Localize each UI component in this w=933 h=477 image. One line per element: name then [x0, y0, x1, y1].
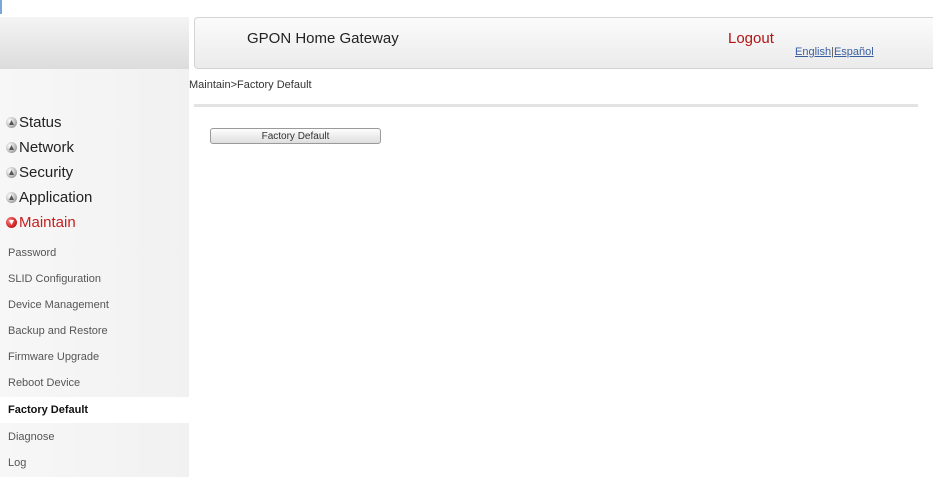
sidebar-group-application[interactable]: Application — [0, 185, 189, 210]
sidebar-item-diagnose[interactable]: Diagnose — [0, 424, 189, 450]
header-title: GPON Home Gateway — [247, 30, 399, 47]
sidebar-item-reboot-device[interactable]: Reboot Device — [0, 370, 189, 396]
logo-area — [0, 17, 189, 69]
left-edge-mark — [0, 0, 2, 14]
sidebar-item-password[interactable]: Password — [0, 240, 189, 266]
factory-default-button[interactable]: Factory Default — [210, 128, 381, 144]
expand-icon — [6, 142, 17, 153]
sidebar-group-security[interactable]: Security — [0, 160, 189, 185]
sidebar-item-backup-and-restore[interactable]: Backup and Restore — [0, 318, 189, 344]
header-bar: GPON Home Gateway Logout English|Español — [194, 17, 933, 69]
sidebar-item-firmware-upgrade[interactable]: Firmware Upgrade — [0, 344, 189, 370]
sidebar-item-log[interactable]: Log — [0, 450, 189, 476]
language-switcher: English|Español — [795, 46, 874, 58]
sidebar-group-label: Security — [19, 164, 74, 181]
sidebar-group-label: Maintain — [19, 214, 76, 231]
sidebar-item-device-management[interactable]: Device Management — [0, 292, 189, 318]
sidebar-group-label: Application — [19, 189, 93, 206]
top-strip — [0, 0, 933, 16]
collapse-icon — [6, 217, 17, 228]
sidebar-group-label: Status — [19, 114, 62, 131]
sidebar-group-maintain[interactable]: Maintain — [0, 210, 189, 235]
expand-icon — [6, 117, 17, 128]
sidebar-group-network[interactable]: Network — [0, 135, 189, 160]
sidebar-item-factory-default[interactable]: Factory Default — [0, 397, 189, 423]
lang-spanish-link[interactable]: Español — [834, 46, 874, 58]
sidebar-group-status[interactable]: Status — [0, 110, 189, 135]
breadcrumb: Maintain>Factory Default — [189, 79, 312, 91]
sidebar: Status Network Security Application Main… — [0, 69, 189, 477]
expand-icon — [6, 192, 17, 203]
sidebar-item-slid-configuration[interactable]: SLID Configuration — [0, 266, 189, 292]
sidebar-group-label: Network — [19, 139, 75, 156]
divider — [194, 104, 918, 107]
logout-link[interactable]: Logout — [728, 30, 774, 47]
expand-icon — [6, 167, 17, 178]
lang-english-link[interactable]: English — [795, 46, 831, 58]
